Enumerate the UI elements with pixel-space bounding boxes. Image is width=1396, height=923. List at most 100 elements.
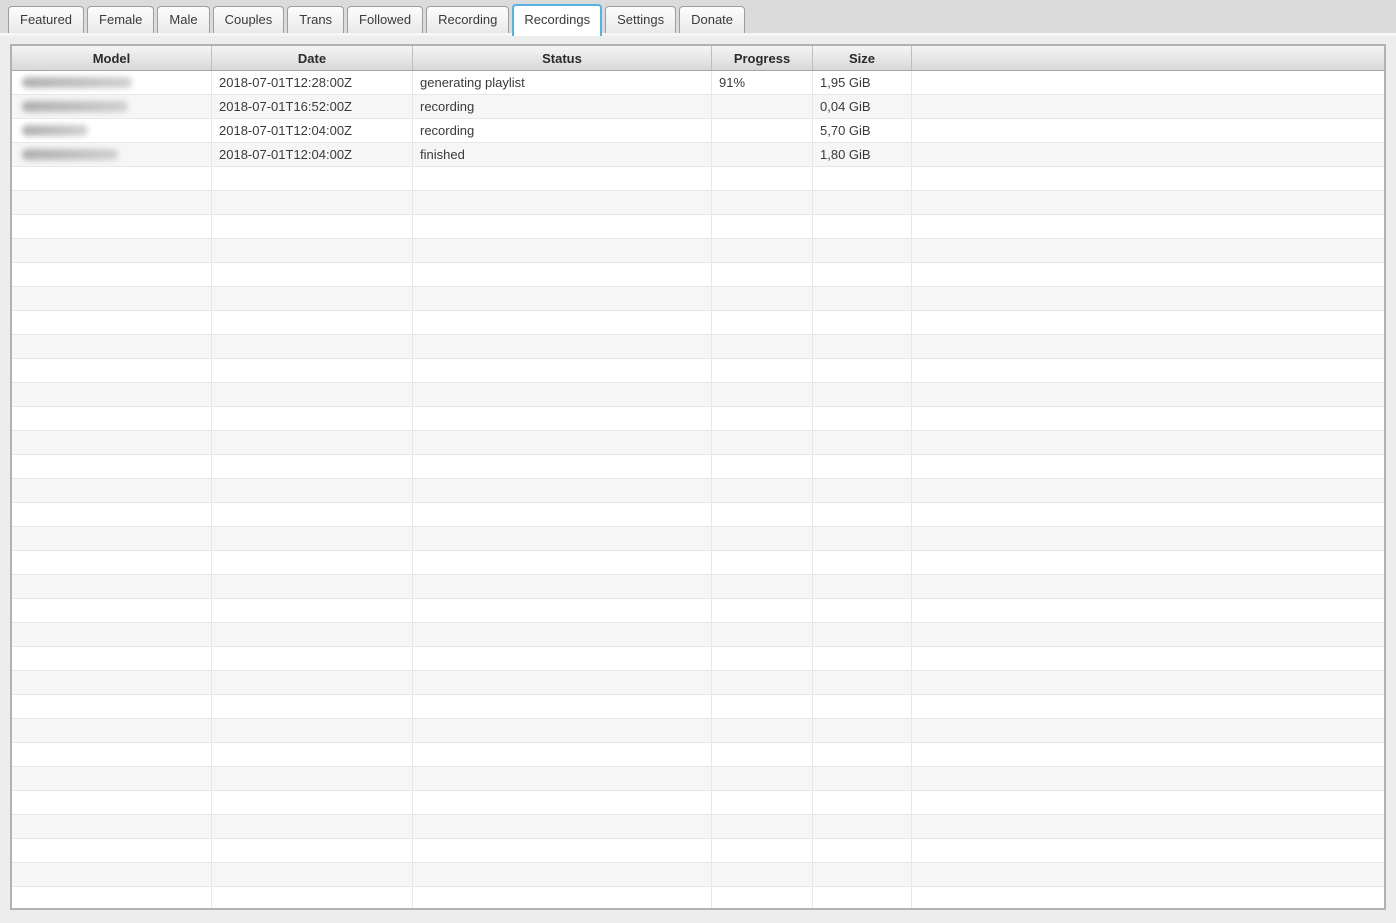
empty-row xyxy=(12,479,1384,503)
table-body: 2018-07-01T12:28:00Z generating playlist 9… xyxy=(12,71,1384,908)
cell-empty xyxy=(712,767,813,790)
cell-empty xyxy=(212,503,413,526)
cell-empty xyxy=(813,311,912,334)
cell-empty xyxy=(212,407,413,430)
tab-recordings[interactable]: Recordings xyxy=(512,4,603,36)
column-header-status[interactable]: Status xyxy=(413,46,712,70)
cell-empty xyxy=(413,311,712,334)
cell-empty xyxy=(712,287,813,310)
cell-empty xyxy=(813,431,912,454)
tab-recording[interactable]: Recording xyxy=(426,6,510,33)
cell-filler xyxy=(912,143,1384,166)
cell-size: 1,95 GiB xyxy=(813,71,912,94)
cell-empty xyxy=(813,503,912,526)
cell-empty xyxy=(912,383,1384,406)
cell-empty xyxy=(813,599,912,622)
empty-row xyxy=(12,191,1384,215)
cell-empty xyxy=(212,215,413,238)
tab-female[interactable]: Female xyxy=(87,6,155,33)
cell-empty xyxy=(212,479,413,502)
tab-featured[interactable]: Featured xyxy=(8,6,85,33)
empty-row xyxy=(12,719,1384,743)
cell-empty xyxy=(912,791,1384,814)
tab-settings[interactable]: Settings xyxy=(605,6,677,33)
cell-empty xyxy=(413,671,712,694)
cell-empty xyxy=(912,839,1384,862)
recording-row[interactable]: 2018-07-01T12:04:00Z finished 1,80 GiB xyxy=(12,143,1384,167)
cell-empty xyxy=(813,167,912,190)
tab-followed[interactable]: Followed xyxy=(347,6,424,33)
cell-empty xyxy=(12,239,212,262)
empty-row xyxy=(12,263,1384,287)
tab-couples[interactable]: Couples xyxy=(212,6,285,33)
cell-empty xyxy=(12,887,212,908)
tab-bar: Featured Female Male Couples Trans Followed Re… xyxy=(0,0,1396,36)
cell-empty xyxy=(12,863,212,886)
cell-empty xyxy=(813,335,912,358)
empty-row xyxy=(12,359,1384,383)
empty-row xyxy=(12,551,1384,575)
cell-empty xyxy=(12,335,212,358)
cell-filler xyxy=(912,95,1384,118)
cell-filler xyxy=(912,71,1384,94)
cell-empty xyxy=(212,335,413,358)
cell-status: recording xyxy=(413,95,712,118)
cell-empty xyxy=(813,239,912,262)
tab-male[interactable]: Male xyxy=(157,6,210,33)
cell-empty xyxy=(413,503,712,526)
cell-empty xyxy=(912,191,1384,214)
cell-empty xyxy=(212,599,413,622)
cell-empty xyxy=(712,671,813,694)
cell-empty xyxy=(712,839,813,862)
cell-empty xyxy=(413,767,712,790)
cell-empty xyxy=(212,311,413,334)
cell-empty xyxy=(413,239,712,262)
cell-empty xyxy=(413,887,712,908)
cell-empty xyxy=(912,503,1384,526)
cell-empty xyxy=(212,191,413,214)
recording-row[interactable]: 2018-07-01T12:04:00Z recording 5,70 GiB xyxy=(12,119,1384,143)
cell-size: 1,80 GiB xyxy=(813,143,912,166)
cell-empty xyxy=(813,767,912,790)
cell-empty xyxy=(212,167,413,190)
cell-empty xyxy=(813,407,912,430)
cell-empty xyxy=(413,839,712,862)
cell-empty xyxy=(413,719,712,742)
cell-empty xyxy=(12,407,212,430)
cell-empty xyxy=(712,239,813,262)
cell-status: recording xyxy=(413,119,712,142)
empty-row xyxy=(12,431,1384,455)
cell-empty xyxy=(912,671,1384,694)
cell-date: 2018-07-01T12:04:00Z xyxy=(212,119,413,142)
column-header-filler xyxy=(912,46,1384,70)
cell-empty xyxy=(12,359,212,382)
cell-empty xyxy=(712,167,813,190)
cell-empty xyxy=(413,215,712,238)
cell-empty xyxy=(212,695,413,718)
column-header-model[interactable]: Model xyxy=(12,46,212,70)
empty-row xyxy=(12,599,1384,623)
cell-empty xyxy=(813,671,912,694)
cell-empty xyxy=(12,479,212,502)
cell-empty xyxy=(12,215,212,238)
column-header-date[interactable]: Date xyxy=(212,46,413,70)
cell-empty xyxy=(912,719,1384,742)
tab-trans[interactable]: Trans xyxy=(287,6,345,33)
cell-empty xyxy=(912,167,1384,190)
cell-empty xyxy=(212,575,413,598)
tab-donate[interactable]: Donate xyxy=(679,6,746,33)
cell-empty xyxy=(212,359,413,382)
empty-row xyxy=(12,767,1384,791)
cell-empty xyxy=(912,695,1384,718)
column-header-size[interactable]: Size xyxy=(813,46,912,70)
cell-empty xyxy=(12,767,212,790)
empty-row xyxy=(12,575,1384,599)
cell-empty xyxy=(813,383,912,406)
column-header-progress[interactable]: Progress xyxy=(712,46,813,70)
empty-row xyxy=(12,287,1384,311)
recording-row[interactable]: 2018-07-01T16:52:00Z recording 0,04 GiB xyxy=(12,95,1384,119)
cell-date: 2018-07-01T16:52:00Z xyxy=(212,95,413,118)
cell-empty xyxy=(712,335,813,358)
recording-row[interactable]: 2018-07-01T12:28:00Z generating playlist 9… xyxy=(12,71,1384,95)
cell-empty xyxy=(12,815,212,838)
